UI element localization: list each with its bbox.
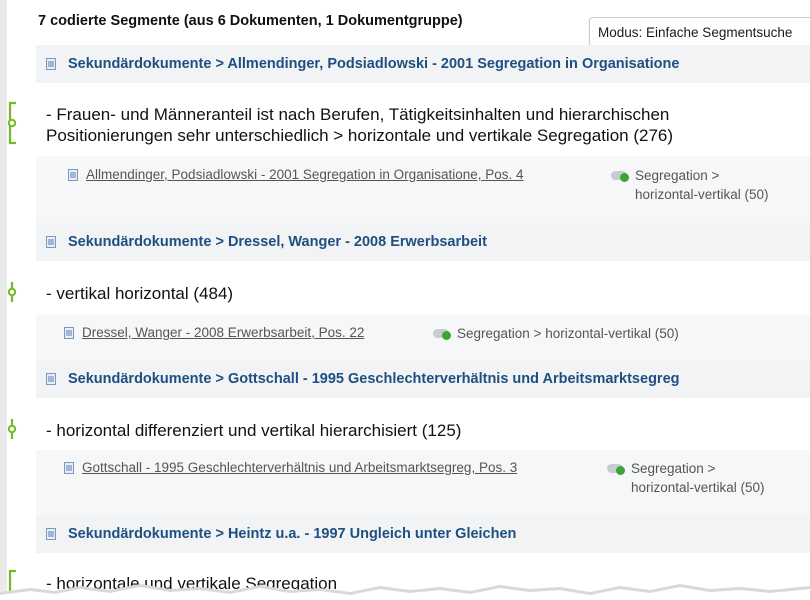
document-header-row[interactable]: Sekundärdokumente > Gottschall - 1995 Ge… [36, 360, 810, 398]
code-label-cont: horizontal-vertikal (50) [635, 187, 769, 202]
segment-marker-icon[interactable] [6, 281, 20, 303]
document-header-row[interactable]: Sekundärdokumente > Allmendinger, Podsia… [36, 45, 810, 83]
segment-text: - vertikal horizontal (484) [46, 284, 234, 303]
document-title: Sekundärdokumente > Dressel, Wanger - 20… [68, 234, 487, 250]
segment-meta: Allmendinger, Podsiadlowski - 2001 Segre… [36, 156, 810, 223]
code-assignment[interactable]: Segregation > horizontal-vertikal (50) [433, 324, 679, 343]
torn-edge [0, 584, 810, 600]
code-icon [433, 327, 455, 341]
source-link[interactable]: Dressel, Wanger - 2008 Erwerbsarbeit, Po… [82, 325, 364, 340]
document-icon [64, 326, 74, 339]
code-assignment[interactable]: Segregation > horizontal-vertikal (50) [607, 459, 765, 497]
document-icon [46, 528, 56, 540]
results-header: 7 codierte Segmente (aus 6 Dokumenten, 1… [38, 13, 463, 29]
document-icon [46, 58, 56, 70]
segment-meta: Dressel, Wanger - 2008 Erwerbsarbeit, Po… [36, 315, 810, 360]
segment-text: - Frauen- und Männeranteil ist nach Beru… [46, 105, 674, 145]
code-icon [607, 462, 629, 476]
segment-meta: Gottschall - 1995 Geschlechterverhältnis… [36, 450, 810, 515]
document-icon [46, 373, 56, 385]
code-label: Segregation > [631, 461, 716, 476]
segment-source: Gottschall - 1995 Geschlechterverhältnis… [64, 460, 517, 475]
segment-row: - Frauen- und Männeranteil ist nach Beru… [7, 83, 810, 223]
document-title: Sekundärdokumente > Allmendinger, Podsia… [68, 56, 680, 72]
segment-row: - vertikal horizontal (484) Dressel, Wan… [7, 261, 810, 360]
code-label: Segregation > [635, 168, 720, 183]
document-icon [64, 461, 74, 474]
document-icon [68, 168, 78, 181]
document-icon [46, 236, 56, 248]
segment-source: Dressel, Wanger - 2008 Erwerbsarbeit, Po… [64, 325, 364, 340]
source-link[interactable]: Gottschall - 1995 Geschlechterverhältnis… [82, 460, 517, 475]
code-label-cont: horizontal-vertikal (50) [631, 480, 765, 495]
code-label: Segregation > horizontal-vertikal (50) [457, 326, 679, 341]
document-title: Sekundärdokumente > Heintz u.a. - 1997 U… [68, 526, 517, 542]
segment-row: - horizontal differenziert und vertikal … [7, 398, 810, 515]
code-icon [611, 169, 633, 183]
document-title: Sekundärdokumente > Gottschall - 1995 Ge… [68, 371, 680, 387]
segment-bracket-icon[interactable] [6, 101, 20, 145]
segment-text: - horizontal differenziert und vertikal … [46, 421, 462, 440]
document-header-row[interactable]: Sekundärdokumente > Heintz u.a. - 1997 U… [36, 515, 810, 553]
code-assignment[interactable]: Segregation > horizontal-vertikal (50) [611, 166, 769, 204]
document-header-row[interactable]: Sekundärdokumente > Dressel, Wanger - 20… [36, 223, 810, 261]
source-link[interactable]: Allmendinger, Podsiadlowski - 2001 Segre… [86, 167, 524, 182]
mode-dropdown[interactable]: Modus: Einfache Segmentsuche [589, 17, 810, 47]
segment-marker-icon[interactable] [6, 418, 20, 440]
segment-source: Allmendinger, Podsiadlowski - 2001 Segre… [68, 167, 524, 182]
